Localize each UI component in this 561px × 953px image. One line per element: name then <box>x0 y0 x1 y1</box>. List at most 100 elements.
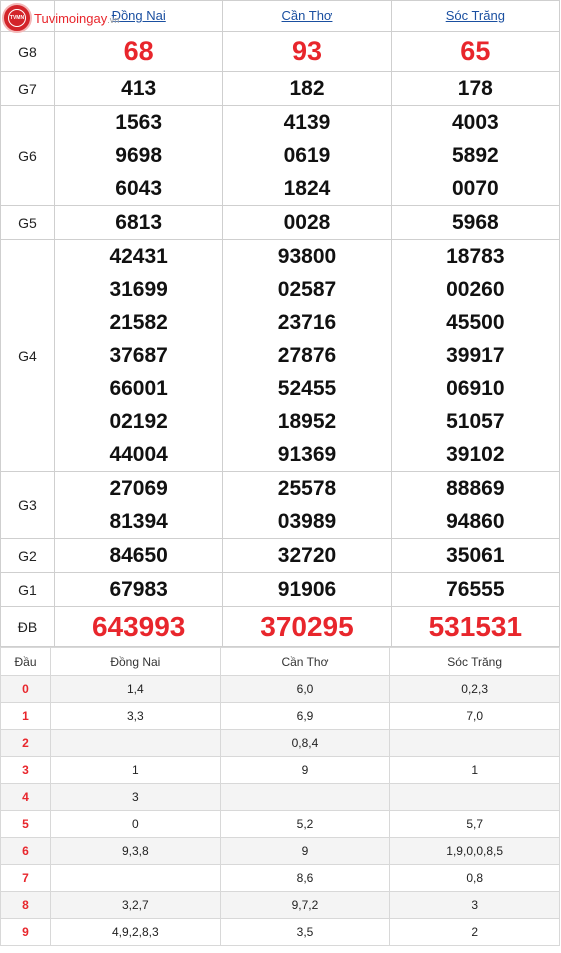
prize-number: 91369 <box>277 443 337 466</box>
dau-digit: 6 <box>0 837 51 865</box>
dau-row: 2 0,8,4 <box>0 729 560 757</box>
prize-cell: 91906 <box>222 572 392 607</box>
prize-cell: 93800 02587 23716 27876 52455 18952 91369 <box>222 239 392 472</box>
prize-label: G3 <box>0 471 55 539</box>
prize-number: 6043 <box>115 177 163 200</box>
prize-cell: 643993 <box>53 606 224 647</box>
prize-number: 51057 <box>446 410 505 433</box>
prize-number: 91906 <box>277 578 337 601</box>
province-link[interactable]: Cần Thơ <box>282 8 333 23</box>
dau-values: 4,9,2,8,3 <box>50 918 221 946</box>
province-header-cell: Cần Thơ <box>222 0 392 32</box>
results-table: Đồng Nai Cần Thơ Sóc Trăng G8 68 93 65 G7 413 182… <box>0 0 561 647</box>
prize-cell: 4003 5892 0070 <box>390 105 561 206</box>
dau-values: 2 <box>389 918 560 946</box>
prize-number: 4003 <box>451 111 499 134</box>
dau-values: 9 <box>219 756 391 784</box>
prize-number: 531531 <box>428 611 523 642</box>
dau-row: 8 3,2,7 9,7,2 3 <box>0 891 560 919</box>
prize-cell: 178 <box>390 71 561 106</box>
prize-label: G4 <box>0 239 55 472</box>
prize-label: G8 <box>0 31 55 72</box>
dau-digit: 4 <box>0 783 51 811</box>
dau-row: 6 9,3,8 9 1,9,0,0,8,5 <box>0 837 560 865</box>
prize-cell: 531531 <box>390 606 561 647</box>
prize-label: G5 <box>0 205 55 240</box>
prize-number: 5892 <box>451 144 499 167</box>
prize-number: 68 <box>123 36 154 66</box>
dau-values: 3 <box>389 891 560 919</box>
prize-number: 5968 <box>451 211 499 234</box>
site-logo[interactable]: TVMN Tuvimoingay.vn <box>2 3 119 33</box>
prize-number: 4139 <box>283 111 331 134</box>
prize-number: 18783 <box>446 245 505 268</box>
dau-values: 5,2 <box>219 810 391 838</box>
dau-header-cell: Đồng Nai <box>50 647 221 676</box>
prize-number: 84650 <box>109 544 168 567</box>
prize-cell: 93 <box>222 31 392 72</box>
dau-values: 5,7 <box>389 810 560 838</box>
dau-digit: 3 <box>0 756 51 784</box>
dau-values: 0,8 <box>389 864 560 892</box>
dau-values: 7,0 <box>389 702 560 730</box>
prize-number: 02192 <box>109 410 168 433</box>
prize-row: G4 42431 31699 21582 37687 66001 02192 44004 938… <box>0 239 561 472</box>
dau-values <box>50 864 221 892</box>
dau-values <box>389 783 560 811</box>
prize-row: G6 1563 9698 6043 4139 0619 1824 4003 5892 0070 <box>0 105 561 206</box>
prize-row: ĐB 643993 370295 531531 <box>0 606 561 647</box>
prize-number: 00260 <box>446 278 505 301</box>
prize-number: 65 <box>460 36 491 66</box>
prize-number: 0070 <box>451 177 499 200</box>
prize-number: 52455 <box>277 377 337 400</box>
prize-number: 66001 <box>109 377 168 400</box>
dau-values: 8,6 <box>219 864 391 892</box>
prize-number: 81394 <box>109 510 168 533</box>
prize-number: 23716 <box>277 311 337 334</box>
dau-table: Đầu Đồng Nai Cần Thơ Sóc Trăng 0 1,4 6,0 0,2,3 1… <box>0 647 560 946</box>
prize-cell: 68 <box>53 31 224 72</box>
prize-number: 88869 <box>446 477 505 500</box>
prize-number: 35061 <box>446 544 505 567</box>
prize-cell: 413 <box>53 71 224 106</box>
prize-cell: 84650 <box>53 538 224 573</box>
dau-header-cell: Sóc Trăng <box>389 647 560 676</box>
dau-header-cell: Đầu <box>0 647 51 676</box>
prize-number: 45500 <box>446 311 505 334</box>
prize-cell: 88869 94860 <box>390 471 561 539</box>
prize-cell: 65 <box>390 31 561 72</box>
prize-cell: 4139 0619 1824 <box>222 105 392 206</box>
dau-digit: 5 <box>0 810 51 838</box>
prize-number: 1824 <box>283 177 331 200</box>
prize-cell: 25578 03989 <box>222 471 392 539</box>
dau-digit: 7 <box>0 864 51 892</box>
dau-values <box>219 783 391 811</box>
dau-values: 3,5 <box>219 918 391 946</box>
dau-values <box>50 729 221 757</box>
prize-number: 06910 <box>446 377 505 400</box>
dau-row: 3191 <box>0 756 560 784</box>
prize-cell: 27069 81394 <box>53 471 224 539</box>
prize-number: 94860 <box>446 510 505 533</box>
province-link[interactable]: Sóc Trăng <box>446 8 505 23</box>
prize-row: G5 6813 0028 5968 <box>0 205 561 240</box>
dau-digit: 0 <box>0 675 51 703</box>
prize-row: G1 67983 91906 76555 <box>0 572 561 607</box>
province-link[interactable]: Đồng Nai <box>112 8 166 23</box>
dau-header-cell: Cần Thơ <box>219 647 391 676</box>
dau-values: 0,8,4 <box>219 729 391 757</box>
logo-text: Tuvimoingay.vn <box>34 10 120 26</box>
prize-number: 0619 <box>283 144 331 167</box>
prize-number: 413 <box>121 77 157 100</box>
prize-cell: 42431 31699 21582 37687 66001 02192 44004 <box>53 239 224 472</box>
prize-row: G3 27069 81394 25578 03989 88869 94860 <box>0 471 561 539</box>
dau-values: 9 <box>219 837 391 865</box>
prize-number: 9698 <box>115 144 163 167</box>
prize-number: 6813 <box>115 211 163 234</box>
logo-badge-icon: TVMN <box>2 3 32 33</box>
prize-cell: 5968 <box>390 205 561 240</box>
prize-number: 02587 <box>277 278 337 301</box>
prize-number: 76555 <box>446 578 505 601</box>
prize-cell: 32720 <box>222 538 392 573</box>
prize-number: 27069 <box>109 477 168 500</box>
